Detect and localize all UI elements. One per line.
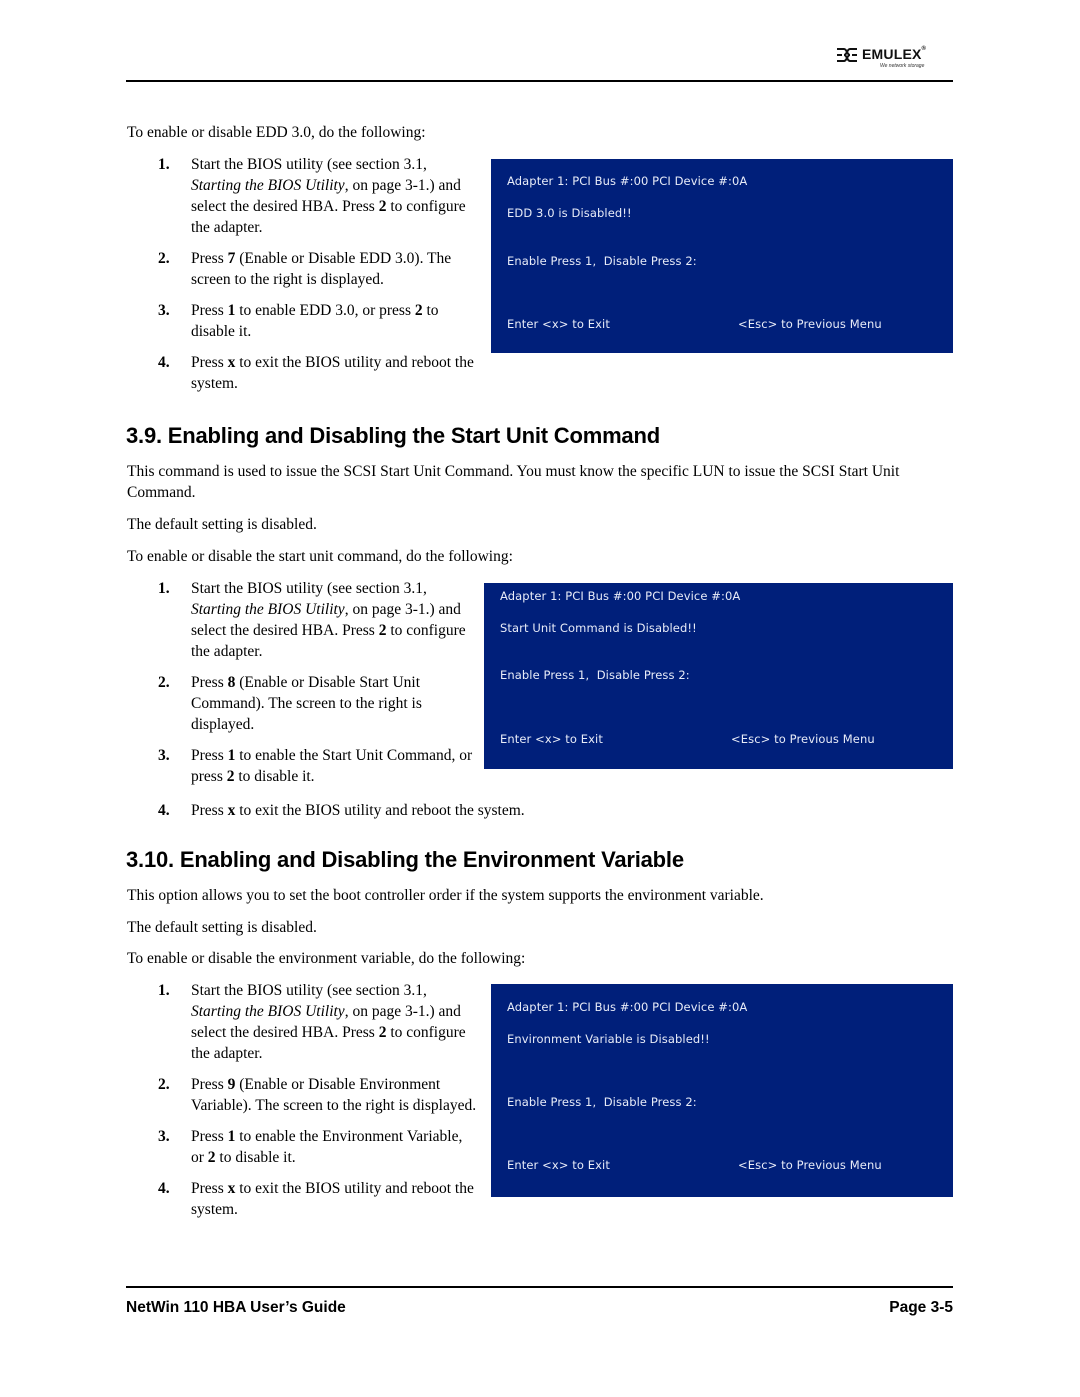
edd-intro: To enable or disable EDD 3.0, do the fol… [127, 124, 426, 141]
step-text: Start the BIOS utility (see section 3.1,… [191, 982, 466, 1062]
emulex-logo: EMULEX® We network storage [836, 46, 956, 76]
step-text: Press 1 to enable the Start Unit Command… [191, 747, 473, 785]
bios-previous-menu-hint: <Esc> to Previous Menu [738, 1158, 882, 1172]
footer-rule [126, 1286, 953, 1288]
start-unit-step-4: 4. Press x to exit the BIOS utility and r… [158, 800, 758, 831]
list-item: 4. Press x to exit the BIOS utility and r… [158, 800, 758, 821]
bios-status-line: Start Unit Command is Disabled!! [500, 621, 697, 635]
logo-tagline: We network storage [880, 63, 925, 69]
bios-screen-start-unit: Adapter 1: PCI Bus #:00 PCI Device #:0A … [484, 583, 953, 769]
start-unit-steps: 1. Start the BIOS utility (see section 3.… [158, 578, 478, 797]
bios-previous-menu-hint: <Esc> to Previous Menu [738, 317, 882, 331]
step-text: Start the BIOS utility (see section 3.1,… [191, 156, 466, 236]
step-number: 4. [158, 802, 170, 819]
list-item: 3. Press 1 to enable the Start Unit Comma… [158, 745, 478, 787]
bios-previous-menu-hint: <Esc> to Previous Menu [731, 732, 875, 746]
list-item: 2. Press 7 (Enable or Disable EDD 3.0). T… [158, 248, 478, 290]
logo-wordmark: EMULEX® [862, 46, 927, 62]
edd-steps: 1. Start the BIOS utility (see section 3.… [158, 154, 478, 404]
bios-exit-hint: Enter <x> to Exit [507, 317, 610, 331]
bios-adapter-line: Adapter 1: PCI Bus #:00 PCI Device #:0A [507, 1000, 748, 1014]
step-number: 3. [158, 1128, 170, 1145]
bios-prompt-line: Enable Press 1, Disable Press 2: [500, 668, 690, 682]
section-heading-environment-variable: 3.10. Enabling and Disabling the Environ… [126, 847, 684, 872]
bios-screen-env-var: Adapter 1: PCI Bus #:00 PCI Device #:0A … [491, 984, 953, 1197]
step-number: 1. [158, 156, 170, 173]
step-number: 2. [158, 250, 170, 267]
env-var-default: The default setting is disabled. [127, 919, 317, 936]
list-item: 2. Press 9 (Enable or Disable Environment… [158, 1074, 478, 1116]
step-text: Press 8 (Enable or Disable Start Unit Co… [191, 674, 422, 733]
step-number: 1. [158, 982, 170, 999]
step-text: Press 1 to enable EDD 3.0, or press 2 to… [191, 302, 439, 340]
bios-adapter-line: Adapter 1: PCI Bus #:00 PCI Device #:0A [507, 174, 748, 188]
step-text: Press 7 (Enable or Disable EDD 3.0). The… [191, 250, 452, 288]
env-var-intro: To enable or disable the environment var… [127, 950, 526, 967]
start-unit-description: This command is used to issue the SCSI S… [127, 463, 900, 501]
env-var-steps: 1. Start the BIOS utility (see section 3.… [158, 980, 478, 1230]
list-item: 2. Press 8 (Enable or Disable Start Unit … [158, 672, 478, 735]
bios-prompt-line: Enable Press 1, Disable Press 2: [507, 1095, 697, 1109]
list-item: 3. Press 1 to enable EDD 3.0, or press 2 … [158, 300, 478, 342]
step-number: 4. [158, 354, 170, 371]
step-text: Press 9 (Enable or Disable Environment V… [191, 1076, 477, 1114]
bios-status-line: Environment Variable is Disabled!! [507, 1032, 710, 1046]
step-number: 3. [158, 747, 170, 764]
bios-adapter-line: Adapter 1: PCI Bus #:00 PCI Device #:0A [500, 589, 741, 603]
bios-status-line: EDD 3.0 is Disabled!! [507, 206, 632, 220]
emulex-logo-icon [837, 48, 857, 62]
list-item: 4. Press x to exit the BIOS utility and r… [158, 352, 478, 394]
step-text: Press x to exit the BIOS utility and reb… [191, 1180, 474, 1218]
bios-exit-hint: Enter <x> to Exit [500, 732, 603, 746]
step-number: 4. [158, 1180, 170, 1197]
section-heading-start-unit: 3.9. Enabling and Disabling the Start Un… [126, 423, 660, 448]
step-text: Press 1 to enable the Environment Variab… [191, 1128, 463, 1166]
bios-prompt-line: Enable Press 1, Disable Press 2: [507, 254, 697, 268]
footer-document-title: NetWin 110 HBA User’s Guide [126, 1299, 346, 1316]
start-unit-intro: To enable or disable the start unit comm… [127, 548, 513, 565]
list-item: 3. Press 1 to enable the Environment Vari… [158, 1126, 478, 1168]
bios-screen-edd: Adapter 1: PCI Bus #:00 PCI Device #:0A … [491, 159, 953, 353]
header-rule [126, 80, 953, 82]
step-text: Start the BIOS utility (see section 3.1,… [191, 580, 466, 660]
step-text: Press x to exit the BIOS utility and reb… [191, 354, 474, 392]
footer-page-number: Page 3-5 [889, 1299, 953, 1316]
step-number: 2. [158, 1076, 170, 1093]
step-number: 2. [158, 674, 170, 691]
list-item: 1. Start the BIOS utility (see section 3.… [158, 980, 478, 1064]
list-item: 1. Start the BIOS utility (see section 3.… [158, 578, 478, 662]
step-number: 3. [158, 302, 170, 319]
env-var-description: This option allows you to set the boot c… [127, 887, 764, 904]
bios-exit-hint: Enter <x> to Exit [507, 1158, 610, 1172]
step-number: 1. [158, 580, 170, 597]
list-item: 4. Press x to exit the BIOS utility and r… [158, 1178, 478, 1220]
list-item: 1. Start the BIOS utility (see section 3.… [158, 154, 478, 238]
step-text: Press x to exit the BIOS utility and reb… [191, 802, 525, 819]
start-unit-default: The default setting is disabled. [127, 516, 317, 533]
